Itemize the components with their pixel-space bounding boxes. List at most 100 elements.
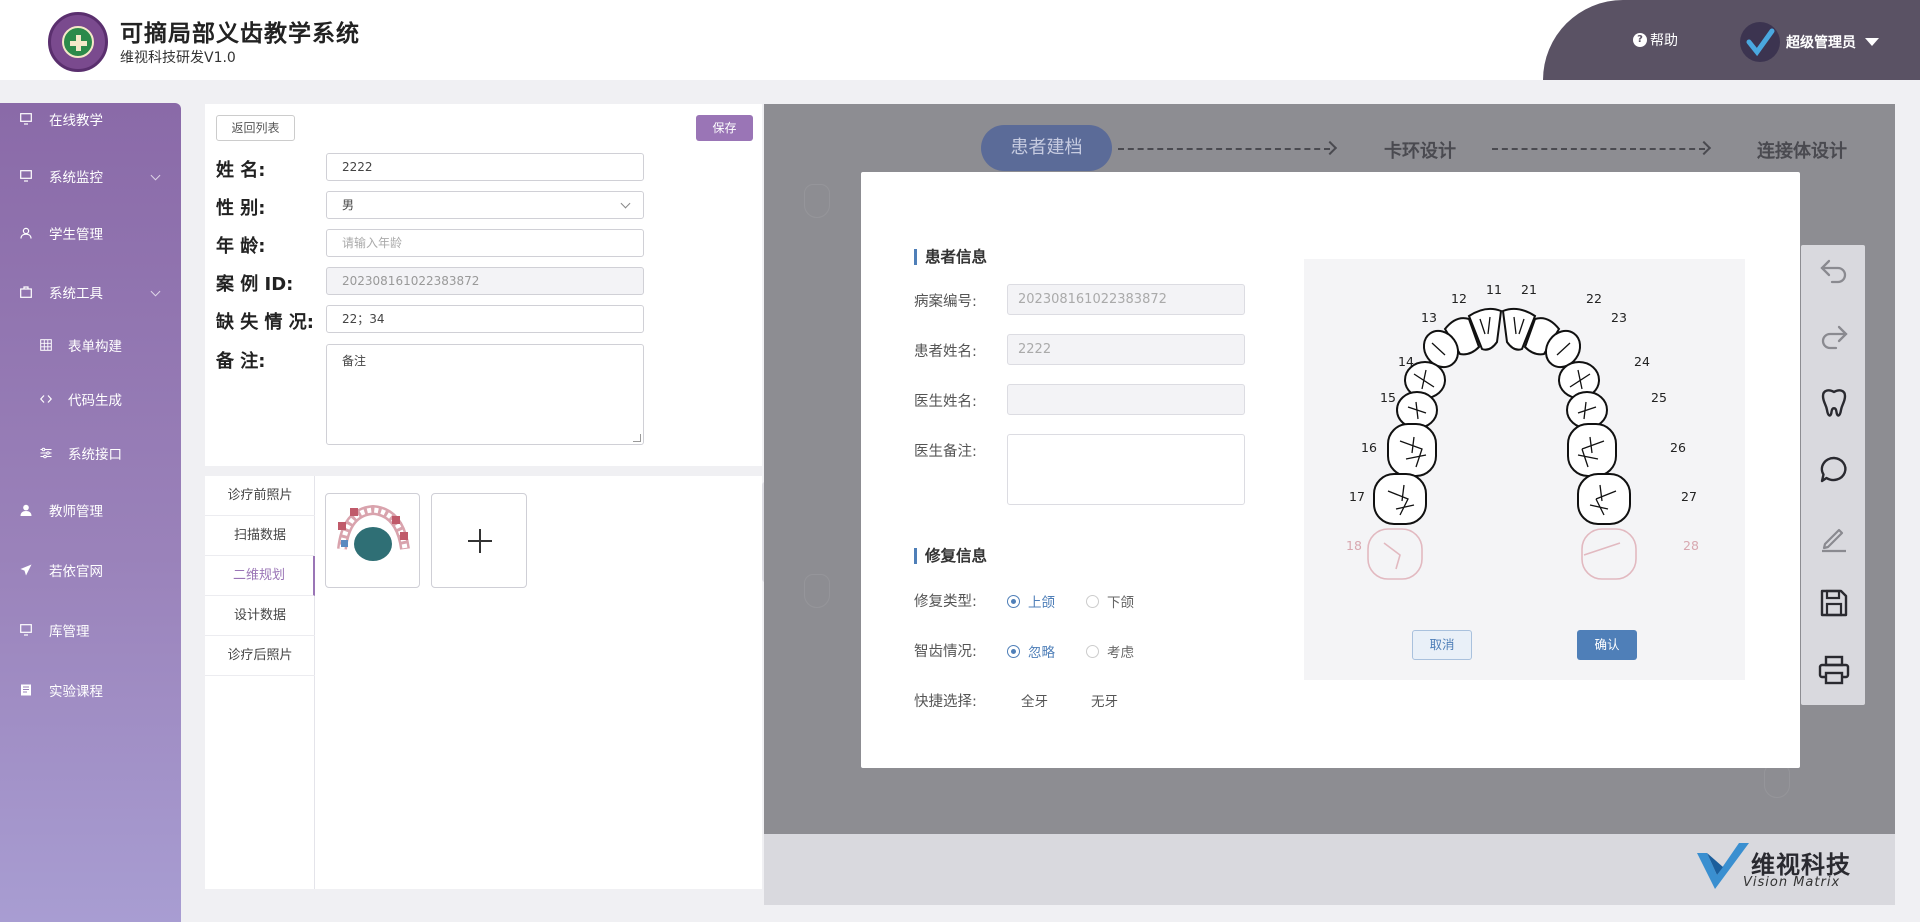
sidebar-item-online-teaching[interactable]: 在线教学: [0, 104, 181, 134]
tooth-number: 27: [1681, 489, 1697, 504]
sidebar-item-ruoyi-website[interactable]: 若依官网: [0, 555, 181, 585]
tooth-27: [1577, 473, 1631, 525]
tooth-number: 21: [1521, 282, 1537, 297]
resize-handle-icon[interactable]: [633, 434, 641, 442]
sidebar-item-experiment-course[interactable]: 实验课程: [0, 675, 181, 705]
add-image-button[interactable]: [431, 493, 527, 588]
gender-select[interactable]: 男: [326, 191, 644, 219]
user-menu[interactable]: 超级管理员: [1740, 22, 1879, 62]
sidebar-item-system-api[interactable]: 系统接口: [0, 438, 181, 468]
repair-info-heading: 修复信息: [914, 548, 987, 564]
sidebar-item-form-builder[interactable]: 表单构建: [0, 330, 181, 360]
tooth-number: 12: [1451, 291, 1467, 306]
university-logo: [48, 12, 108, 72]
confirm-button[interactable]: 确认: [1577, 630, 1637, 660]
save-button[interactable]: 保存: [696, 115, 753, 141]
radio-checked-icon: [1007, 594, 1020, 608]
doctor-note-textarea[interactable]: [1007, 434, 1245, 505]
app-header: 可摘局部义齿教学系统 维视科技研发V1.0 ? 帮助 超级管理员: [0, 0, 1920, 80]
missing-teeth-label: 缺 失 情 况:: [216, 312, 314, 333]
radio-upper-jaw[interactable]: 上颌: [1007, 591, 1055, 611]
watermark-tooth-icon: [804, 574, 830, 608]
arrow-right-icon: [1696, 140, 1712, 156]
tooth-number: 17: [1349, 489, 1365, 504]
user-icon: [20, 504, 32, 516]
monitor-icon: [20, 624, 32, 636]
age-label: 年 龄:: [216, 236, 266, 257]
patient-name-field: 2222: [1007, 334, 1245, 365]
tab-scan-data[interactable]: 扫描数据: [205, 516, 315, 556]
tab-post-treatment-photos[interactable]: 诊疗后照片: [205, 636, 315, 676]
monitor-icon: [20, 113, 32, 125]
sidebar-item-library-management[interactable]: 库管理: [0, 615, 181, 645]
undo-icon[interactable]: [1817, 253, 1851, 287]
upper-arch-tooth-chart[interactable]: 11 12 13 14 15 16 17 18 21 22 23 24 25 2…: [1304, 259, 1745, 599]
tooth-number: 26: [1670, 440, 1686, 455]
sidebar-item-teacher-management[interactable]: 教师管理: [0, 495, 181, 525]
tooth-number: 23: [1611, 310, 1627, 325]
help-label: 帮助: [1650, 33, 1678, 49]
name-label: 姓 名:: [216, 160, 266, 181]
tooth-number: 28: [1683, 538, 1699, 553]
tab-pre-treatment-photos[interactable]: 诊疗前照片: [205, 476, 315, 516]
sidebar-item-label: 若依官网: [49, 564, 103, 580]
sidebar-item-code-generation[interactable]: 代码生成: [0, 384, 181, 414]
media-panel: 诊疗前照片 扫描数据 二维规划 设计数据 诊疗后照片: [205, 476, 762, 889]
redo-icon[interactable]: [1817, 319, 1851, 353]
book-icon: [20, 684, 32, 696]
doctor-name-field[interactable]: [1007, 384, 1245, 415]
save-disk-icon[interactable]: [1817, 586, 1851, 620]
radio-lower-jaw[interactable]: 下颌: [1086, 591, 1134, 611]
send-icon: [20, 564, 32, 576]
logo-emblem: [62, 26, 94, 58]
step-patient-record[interactable]: 患者建档: [981, 125, 1112, 171]
radio-ignore[interactable]: 忽略: [1007, 641, 1055, 661]
radio-consider[interactable]: 考虑: [1086, 641, 1134, 661]
case-id-field: 202308161022383872: [326, 267, 644, 295]
planning-thumbnail[interactable]: [325, 493, 420, 588]
chevron-down-icon: [150, 170, 161, 181]
tooth-number: 24: [1634, 354, 1650, 369]
tooth-number: 25: [1651, 390, 1667, 405]
name-field[interactable]: 2222: [326, 153, 644, 181]
monitor-icon: [20, 170, 32, 182]
repair-type-label: 修复类型:: [914, 594, 977, 610]
brand-name-en: Vision Matrix: [1743, 875, 1841, 890]
tooth-chart-panel: 11 12 13 14 15 16 17 18 21 22 23 24 25 2…: [1304, 259, 1745, 680]
tab-design-data[interactable]: 设计数据: [205, 596, 315, 636]
step-connector-design[interactable]: 连接体设计: [1757, 137, 1847, 163]
quick-select-all-teeth[interactable]: 全牙: [1021, 690, 1048, 710]
missing-teeth-field[interactable]: 22；34: [326, 305, 644, 333]
grid-icon: [40, 339, 52, 351]
caret-down-icon: [1865, 38, 1879, 46]
step-connector: [1118, 148, 1330, 150]
doctor-name-label: 医生姓名:: [914, 394, 977, 410]
code-icon: [40, 393, 52, 405]
sliders-icon: [40, 447, 52, 459]
tooth-number: 13: [1421, 310, 1437, 325]
quick-select-no-teeth[interactable]: 无牙: [1091, 690, 1118, 710]
sidebar-item-system-tools[interactable]: 系统工具: [0, 277, 181, 307]
back-to-list-button[interactable]: 返回列表: [216, 115, 295, 141]
sidebar-item-system-monitor[interactable]: 系统监控: [0, 161, 181, 191]
print-icon[interactable]: [1817, 653, 1851, 687]
watermark-tooth-icon: [1764, 764, 1790, 798]
pen-icon[interactable]: [1817, 520, 1851, 554]
wisdom-teeth-label: 智齿情况:: [914, 644, 977, 660]
comment-icon[interactable]: [1817, 453, 1851, 487]
age-field[interactable]: 请输入年龄: [326, 229, 644, 257]
step-clasp-design[interactable]: 卡环设计: [1384, 137, 1456, 163]
tab-2d-planning[interactable]: 二维规划: [205, 556, 315, 596]
tooth-number: 22: [1586, 291, 1602, 306]
tooth-28: [1581, 528, 1637, 580]
record-no-field: 202308161022383872: [1007, 284, 1245, 315]
radio-checked-icon: [1007, 644, 1020, 658]
arrow-right-icon: [1322, 140, 1338, 156]
record-no-label: 病案编号:: [914, 294, 977, 310]
sidebar-item-student-management[interactable]: 学生管理: [0, 218, 181, 248]
tooth-number: 18: [1346, 538, 1362, 553]
help-link[interactable]: ? 帮助: [1633, 30, 1678, 50]
tooth-icon[interactable]: [1817, 386, 1851, 420]
note-textarea[interactable]: 备注: [326, 344, 644, 445]
cancel-button[interactable]: 取消: [1412, 630, 1472, 660]
